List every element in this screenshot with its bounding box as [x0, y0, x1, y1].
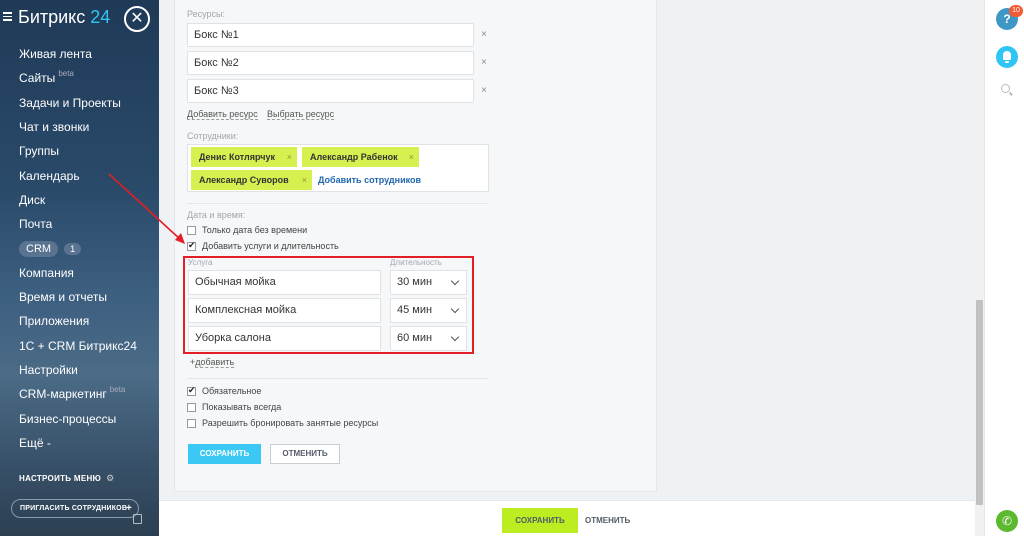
- hamburger-icon[interactable]: [3, 12, 12, 21]
- search-icon[interactable]: [1001, 84, 1010, 93]
- sidebar-item-1c[interactable]: 1С + CRM Битрикс24: [19, 334, 137, 358]
- gear-icon: ⚙: [106, 473, 115, 483]
- sidebar-item-tasks[interactable]: Задачи и Проекты: [19, 91, 137, 115]
- service-name-input[interactable]: Уборка салона: [188, 326, 381, 351]
- select-resource-link[interactable]: Выбрать ресурс: [267, 109, 335, 120]
- trash-icon[interactable]: [133, 514, 142, 524]
- remove-tag-icon[interactable]: ×: [302, 170, 307, 190]
- scrollbar[interactable]: [975, 0, 984, 536]
- service-name-input[interactable]: Комплексная мойка: [188, 298, 381, 323]
- remove-resource-icon[interactable]: ×: [481, 85, 487, 96]
- footer-bar: СОХРАНИТЬ ОТМЕНИТЬ: [159, 500, 975, 536]
- sidebar-item-more[interactable]: Ещё -: [19, 431, 137, 455]
- allow-busy-checkbox-row[interactable]: Разрешить бронировать занятые ресурсы: [187, 418, 378, 428]
- only-date-checkbox-row[interactable]: Только дата без времени: [187, 225, 307, 235]
- sidebar: Битрикс 24 ✕ Живая лента Сайты beta Задач…: [0, 0, 159, 536]
- staff-tag[interactable]: Александр Рабенок ×: [302, 147, 419, 167]
- add-resource-link[interactable]: Добавить ресурс: [187, 109, 258, 120]
- service-column-header: Услуга: [188, 258, 213, 267]
- cancel-button[interactable]: ОТМЕНИТЬ: [270, 444, 340, 464]
- resources-label: Ресурсы:: [187, 9, 225, 19]
- resource-input-2[interactable]: Бокс №2: [187, 51, 474, 75]
- beta-badge: beta: [58, 69, 74, 79]
- remove-tag-icon[interactable]: ×: [287, 147, 292, 167]
- datetime-label: Дата и время:: [187, 210, 246, 220]
- service-name-input[interactable]: Обычная мойка: [188, 270, 381, 295]
- scrollbar-thumb[interactable]: [976, 300, 983, 505]
- staff-tag[interactable]: Денис Котлярчук ×: [191, 147, 297, 167]
- sidebar-item-chat[interactable]: Чат и звонки: [19, 115, 137, 139]
- services-table-highlight: Услуга Длительность Обычная мойка 30 мин…: [183, 256, 474, 354]
- resource-input-1[interactable]: Бокс №1: [187, 23, 474, 47]
- sidebar-item-time[interactable]: Время и отчеты: [19, 285, 137, 309]
- chevron-down-icon: [450, 332, 460, 342]
- show-always-checkbox-row[interactable]: Показывать всегда: [187, 402, 281, 412]
- sidebar-item-apps[interactable]: Приложения: [19, 309, 137, 333]
- annotation-arrow-icon: [108, 173, 185, 244]
- invite-employees-button[interactable]: ПРИГЛАСИТЬ СОТРУДНИКОВ +: [11, 499, 139, 518]
- right-panel: ? 10 ✆: [984, 0, 1024, 536]
- plus-icon: +: [125, 503, 132, 514]
- duration-select[interactable]: 60 мин: [390, 326, 467, 351]
- chevron-down-icon: [450, 276, 460, 286]
- phone-icon[interactable]: ✆: [996, 510, 1018, 532]
- crm-counter-badge: 1: [64, 242, 82, 255]
- staff-tag[interactable]: Александр Суворов ×: [191, 170, 312, 190]
- sidebar-item-settings[interactable]: Настройки: [19, 358, 137, 382]
- save-button[interactable]: СОХРАНИТЬ: [188, 444, 261, 464]
- main-content: Ресурсы: Бокс №1 × Бокс №2 × Бокс №3 × Д…: [159, 0, 984, 536]
- sidebar-item-company[interactable]: Компания: [19, 261, 137, 285]
- show-always-checkbox[interactable]: [187, 402, 196, 412]
- divider: [187, 378, 489, 379]
- beta-badge: beta: [109, 385, 126, 395]
- required-checkbox[interactable]: [187, 385, 196, 396]
- footer-cancel-button[interactable]: ОТМЕНИТЬ: [585, 508, 630, 533]
- sidebar-item-crm-marketing[interactable]: CRM-маркетинг beta: [19, 382, 137, 406]
- required-checkbox-row[interactable]: Обязательное: [187, 385, 261, 396]
- bell-icon[interactable]: [996, 46, 1018, 68]
- sidebar-item-sites[interactable]: Сайты beta: [19, 66, 137, 90]
- sidebar-item-feed[interactable]: Живая лента: [19, 42, 137, 66]
- close-icon[interactable]: ✕: [124, 6, 150, 32]
- sidebar-header: Битрикс 24 ✕: [0, 0, 159, 36]
- footer-save-button[interactable]: СОХРАНИТЬ: [502, 508, 578, 533]
- add-staff-link[interactable]: Добавить сотрудников: [318, 175, 421, 185]
- add-services-checkbox-row[interactable]: Добавить услуги и длительность: [187, 240, 339, 251]
- sidebar-item-bizproc[interactable]: Бизнес-процессы: [19, 406, 137, 430]
- remove-tag-icon[interactable]: ×: [409, 147, 414, 167]
- settings-card: Ресурсы: Бокс №1 × Бокс №2 × Бокс №3 × Д…: [174, 0, 657, 492]
- staff-label: Сотрудники:: [187, 131, 239, 141]
- resource-input-3[interactable]: Бокс №3: [187, 79, 474, 103]
- sidebar-item-groups[interactable]: Группы: [19, 139, 137, 163]
- duration-column-header: Длительность: [390, 258, 442, 267]
- remove-resource-icon[interactable]: ×: [481, 29, 487, 40]
- duration-select[interactable]: 45 мин: [390, 298, 467, 323]
- add-service-link[interactable]: +добавить: [190, 357, 235, 368]
- divider: [187, 203, 489, 204]
- notification-badge: 10: [1009, 5, 1023, 17]
- staff-selector[interactable]: Денис Котлярчук × Александр Рабенок × Алек…: [187, 144, 489, 192]
- allow-busy-checkbox[interactable]: [187, 418, 196, 428]
- duration-select[interactable]: 30 мин: [390, 270, 467, 295]
- remove-resource-icon[interactable]: ×: [481, 57, 487, 68]
- configure-menu-button[interactable]: НАСТРОИТЬ МЕНЮ ⚙: [19, 473, 115, 484]
- logo[interactable]: Битрикс 24: [18, 7, 110, 28]
- chevron-down-icon: [450, 304, 460, 314]
